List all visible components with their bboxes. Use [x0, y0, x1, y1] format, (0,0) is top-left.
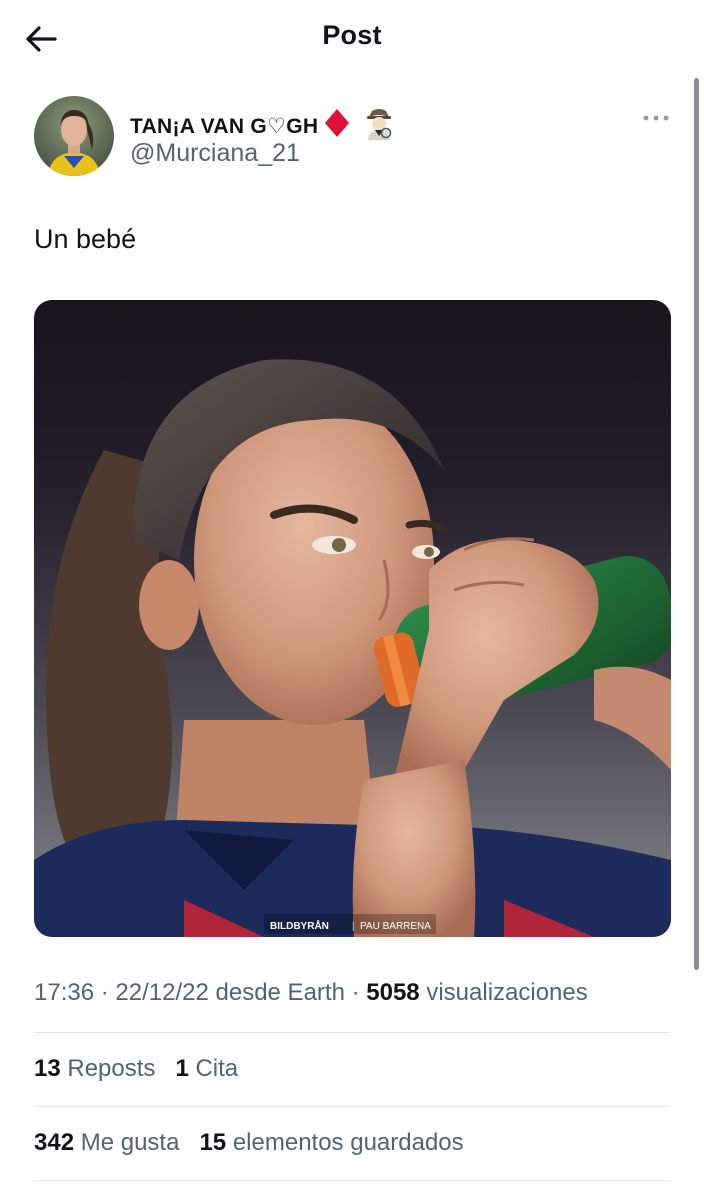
reposts-row: 13 Reposts 1 Cita: [34, 1055, 238, 1083]
likes-row: 342 Me gusta 15 elementos guardados: [34, 1129, 464, 1157]
divider: [34, 1032, 670, 1033]
likes-label: Me gusta: [80, 1129, 180, 1156]
quotes-label: Cita: [195, 1055, 239, 1082]
avatar[interactable]: [34, 96, 114, 176]
watermark-brand: BILDBYRÅN: [270, 919, 329, 932]
quotes-stat[interactable]: 1 Cita: [175, 1055, 238, 1082]
detective-icon: [364, 106, 394, 146]
divider: [34, 1106, 670, 1107]
tweet-time[interactable]: 17:36: [34, 979, 94, 1006]
quotes-count: 1: [175, 1055, 189, 1082]
tweet-source: desde Earth: [215, 979, 345, 1006]
top-bar: Post: [0, 0, 704, 76]
views-count: 5058: [366, 979, 420, 1006]
author-name-text: TAN¡A VAN G♡GH: [130, 114, 319, 138]
author-handle[interactable]: @Murciana_21: [130, 139, 300, 168]
tweet-text: Un bebé: [34, 224, 137, 254]
tweet-date[interactable]: 22/12/22: [115, 979, 208, 1006]
divider: [34, 1180, 670, 1181]
scrollbar[interactable]: [694, 78, 699, 970]
diamond-suit-icon: [324, 108, 350, 144]
bookmarks-label: elementos guardados: [232, 1129, 464, 1156]
avatar-image: [34, 96, 114, 176]
likes-stat[interactable]: 342 Me gusta: [34, 1129, 179, 1156]
reposts-label: Reposts: [67, 1055, 156, 1082]
bookmarks-count: 15: [199, 1129, 227, 1156]
reposts-stat[interactable]: 13 Reposts: [34, 1055, 155, 1082]
likes-count: 342: [34, 1129, 75, 1156]
ellipsis-icon: [643, 115, 669, 121]
views-label: visualizaciones: [426, 979, 588, 1006]
more-options-button[interactable]: [640, 108, 672, 128]
tweet-meta: 17:36 · 22/12/22 desde Earth · 5058 visu…: [34, 979, 588, 1006]
bookmarks-stat[interactable]: 15 elementos guardados: [199, 1129, 463, 1156]
watermark-credit: PAU BARRENA: [360, 921, 431, 932]
reposts-count: 13: [34, 1055, 61, 1082]
svg-text:|: |: [352, 921, 355, 932]
page-title: Post: [322, 20, 382, 50]
tweet-photo[interactable]: BILDBYRÅN | PAU BARRENA: [34, 300, 671, 937]
